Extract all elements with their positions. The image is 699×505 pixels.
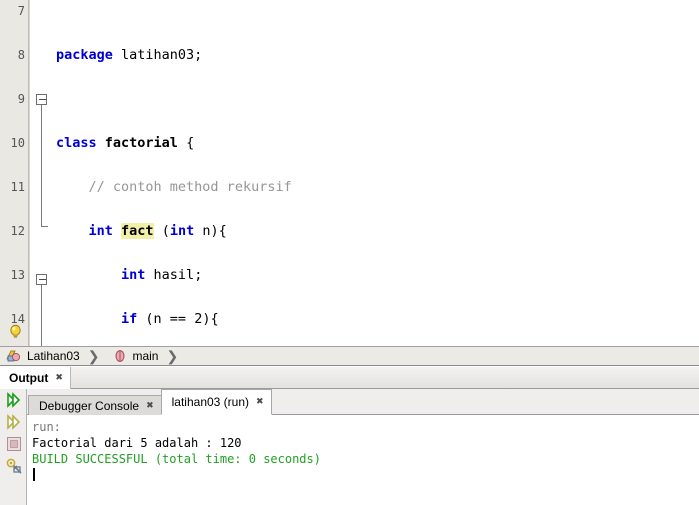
rerun-icon[interactable] [5, 391, 23, 409]
line-number: 13 [10, 268, 25, 282]
code-line[interactable]: 9 [0, 88, 699, 110]
close-icon[interactable]: ✖ [55, 373, 63, 383]
line-content: class factorial { [56, 135, 195, 151]
line-number: 9 [17, 92, 25, 106]
console-line: Factorial dari 5 adalah : 120 [32, 436, 242, 450]
line-content: int hasil; [121, 267, 203, 283]
line-number: 10 [10, 136, 25, 150]
code-line[interactable]: 11 // contoh method rekursif [0, 176, 699, 198]
close-icon[interactable]: ✖ [256, 397, 264, 407]
console-caret-line [32, 467, 699, 483]
tab-label: latihan03 (run) [171, 395, 250, 409]
tab-debugger-console[interactable]: Debugger Console ✖ [28, 395, 162, 415]
console-line: run: [32, 420, 61, 434]
code-lines: 7 8 package latihan03; 9 10 class factor… [0, 0, 699, 346]
output-window-title: Output [9, 371, 49, 385]
code-line[interactable]: 13 int hasil; [0, 264, 699, 286]
breadcrumb-separator-icon: ❯ [87, 347, 100, 364]
code-line[interactable]: 7 [0, 0, 699, 22]
line-content: package latihan03; [56, 47, 203, 63]
output-window-tab[interactable]: Output ✖ [0, 367, 71, 389]
output-console[interactable]: run: Factorial dari 5 adalah : 120 BUILD… [28, 415, 699, 505]
breadcrumb-item-class[interactable]: Latihan03 ❯ [0, 346, 103, 366]
code-line[interactable]: 12 int fact (int n){ [0, 220, 699, 242]
breadcrumb-label: main [132, 349, 159, 363]
method-icon [115, 350, 125, 362]
netbeans-ide-window: 7 8 package latihan03; 9 10 class factor… [0, 0, 699, 505]
line-number: 7 [17, 4, 25, 18]
code-line[interactable]: 8 package latihan03; [0, 44, 699, 66]
breadcrumb-label: Latihan03 [27, 349, 80, 363]
console-line: BUILD SUCCESSFUL (total time: 0 seconds) [32, 452, 321, 466]
breadcrumb: Latihan03 ❯ main ❯ [0, 346, 699, 366]
class-icon [6, 350, 21, 362]
line-content: if (n == 2){ [121, 311, 219, 327]
line-number: 8 [17, 48, 25, 62]
output-panel: Output ✖ Debugger Console ✖ latihan03 (r… [0, 367, 699, 505]
breadcrumb-separator-icon: ❯ [166, 347, 179, 364]
line-number: 11 [10, 180, 25, 194]
text-caret [33, 468, 35, 481]
line-content: // contoh method rekursif [88, 179, 292, 195]
line-number: 14 [10, 312, 25, 326]
stop-icon[interactable] [5, 435, 23, 453]
tab-label: Debugger Console [39, 398, 140, 413]
output-tabstrip: Debugger Console ✖ latihan03 (run) ✖ [28, 389, 272, 415]
line-content: int fact (int n){ [88, 223, 227, 239]
output-tab-row: Debugger Console ✖ latihan03 (run) ✖ [0, 389, 699, 415]
output-side-toolbar [0, 389, 27, 505]
code-line[interactable]: 10 class factorial { [0, 132, 699, 154]
code-line[interactable]: 14 if (n == 2){ [0, 308, 699, 330]
rerun-secondary-icon[interactable] [5, 413, 23, 431]
code-editor[interactable]: 7 8 package latihan03; 9 10 class factor… [0, 0, 699, 346]
close-icon[interactable]: ✖ [146, 401, 154, 411]
line-number: 12 [10, 224, 25, 238]
settings-gear-icon[interactable] [5, 457, 23, 475]
tab-latihan03-run[interactable]: latihan03 (run) ✖ [160, 389, 272, 415]
breadcrumb-item-method[interactable]: main ❯ [103, 346, 182, 366]
output-panel-titlebar: Output ✖ [0, 367, 699, 389]
